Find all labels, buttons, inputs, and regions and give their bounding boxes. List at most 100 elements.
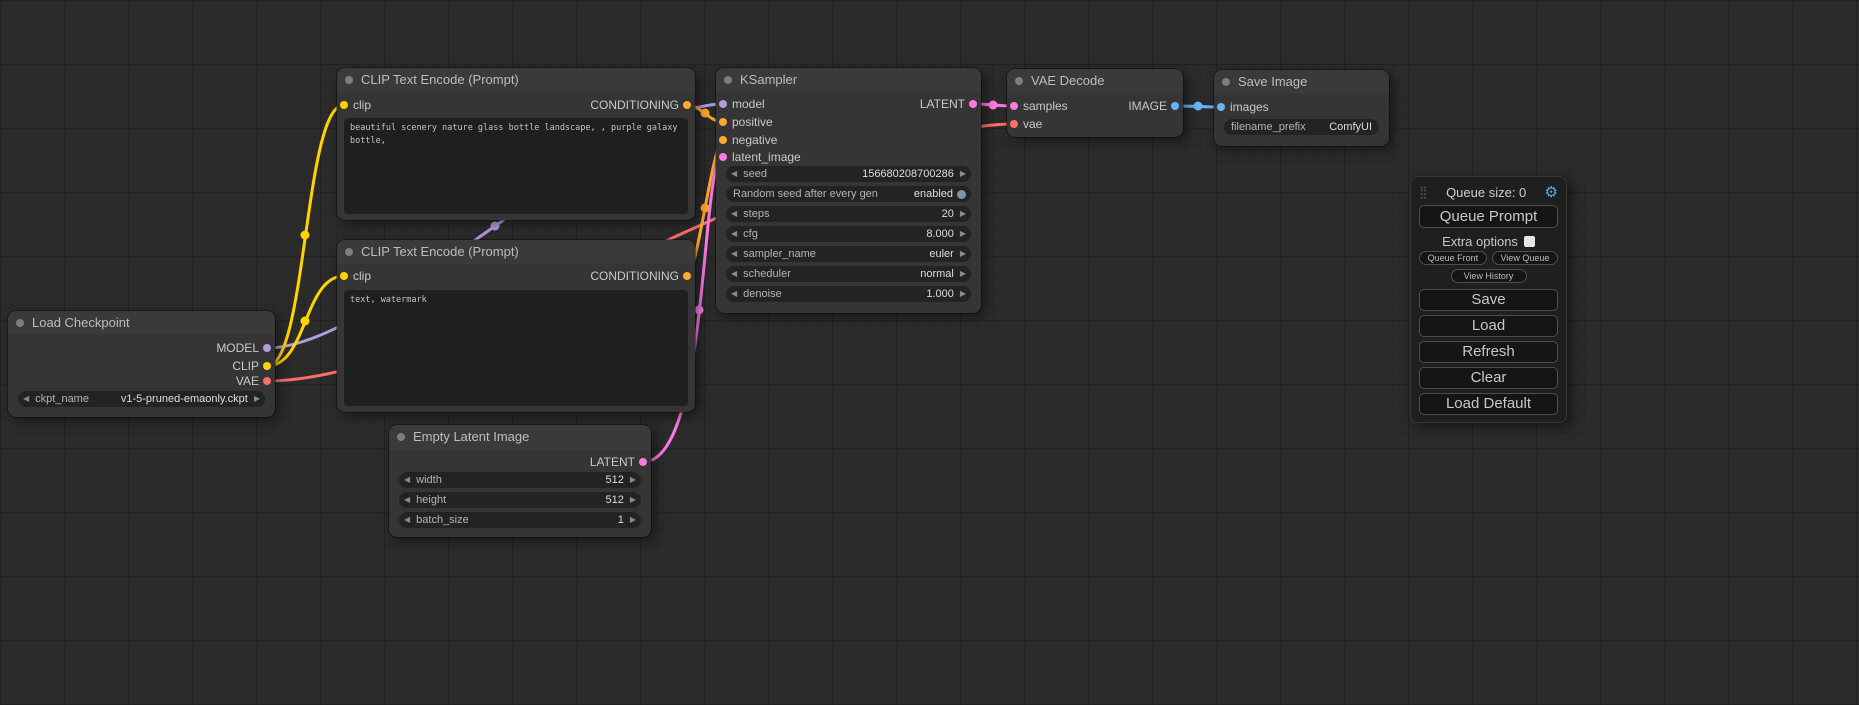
slot-dot-image[interactable]	[1171, 102, 1179, 110]
increment-arrow-icon[interactable]: ▶	[254, 391, 260, 407]
increment-arrow-icon[interactable]: ▶	[960, 206, 966, 222]
slot-dot-clip[interactable]	[340, 272, 348, 280]
negative-prompt-textarea[interactable]: text, watermark	[344, 290, 688, 406]
widget-sampler-name[interactable]: ◀ sampler_name euler ▶	[726, 246, 971, 262]
decrement-arrow-icon[interactable]: ◀	[404, 492, 410, 508]
input-slot-negative[interactable]: negative	[716, 134, 777, 146]
input-slot-samples[interactable]: samples	[1007, 100, 1068, 112]
graph-canvas[interactable]: Load Checkpoint MODEL CLIP VAE ◀ ckpt_na…	[0, 0, 1859, 705]
node-title-bar[interactable]: KSampler	[716, 68, 981, 92]
decrement-arrow-icon[interactable]: ◀	[404, 472, 410, 488]
widget-steps[interactable]: ◀ steps 20 ▶	[726, 206, 971, 222]
view-queue-button[interactable]: View Queue	[1492, 251, 1558, 265]
node-empty-latent-image[interactable]: Empty Latent Image LATENT ◀ width 512 ▶ …	[389, 425, 651, 537]
refresh-button[interactable]: Refresh	[1419, 341, 1558, 363]
input-slot-clip[interactable]: clip	[337, 99, 371, 111]
widget-cfg[interactable]: ◀ cfg 8.000 ▶	[726, 226, 971, 242]
node-ksampler[interactable]: KSampler model positive negative latent_…	[716, 68, 981, 313]
output-slot-vae[interactable]: VAE	[236, 375, 275, 387]
increment-arrow-icon[interactable]: ▶	[960, 166, 966, 182]
node-title-bar[interactable]: VAE Decode	[1007, 69, 1183, 93]
slot-dot-image[interactable]	[1217, 103, 1225, 111]
widget-scheduler[interactable]: ◀ scheduler normal ▶	[726, 266, 971, 282]
output-slot-conditioning[interactable]: CONDITIONING	[590, 99, 695, 111]
output-slot-conditioning[interactable]: CONDITIONING	[590, 270, 695, 282]
node-clip-text-encode-negative[interactable]: CLIP Text Encode (Prompt) clip CONDITION…	[337, 240, 695, 412]
input-slot-latent-image[interactable]: latent_image	[716, 151, 801, 163]
collapse-dot-icon[interactable]	[345, 76, 353, 84]
collapse-dot-icon[interactable]	[1222, 78, 1230, 86]
output-slot-clip[interactable]: CLIP	[232, 360, 275, 372]
increment-arrow-icon[interactable]: ▶	[960, 246, 966, 262]
node-clip-text-encode-positive[interactable]: CLIP Text Encode (Prompt) clip CONDITION…	[337, 68, 695, 220]
decrement-arrow-icon[interactable]: ◀	[731, 246, 737, 262]
slot-dot-clip[interactable]	[263, 362, 271, 370]
slot-dot-vae[interactable]	[263, 377, 271, 385]
widget-denoise[interactable]: ◀ denoise 1.000 ▶	[726, 286, 971, 302]
positive-prompt-textarea[interactable]: beautiful scenery nature glass bottle la…	[344, 118, 688, 214]
slot-dot-conditioning[interactable]	[683, 272, 691, 280]
save-button[interactable]: Save	[1419, 289, 1558, 311]
decrement-arrow-icon[interactable]: ◀	[731, 166, 737, 182]
queue-prompt-button[interactable]: Queue Prompt	[1419, 205, 1558, 228]
node-vae-decode[interactable]: VAE Decode samples vae IMAGE	[1007, 69, 1183, 137]
collapse-dot-icon[interactable]	[397, 433, 405, 441]
decrement-arrow-icon[interactable]: ◀	[731, 206, 737, 222]
input-slot-model[interactable]: model	[716, 98, 765, 110]
widget-seed-control[interactable]: Random seed after every gen enabled	[726, 186, 971, 202]
output-slot-model[interactable]: MODEL	[216, 342, 275, 354]
decrement-arrow-icon[interactable]: ◀	[731, 226, 737, 242]
increment-arrow-icon[interactable]: ▶	[960, 286, 966, 302]
view-history-button[interactable]: View History	[1451, 269, 1527, 283]
widget-ckpt-name[interactable]: ◀ ckpt_name v1-5-pruned-emaonly.ckpt ▶	[18, 391, 265, 407]
slot-dot-conditioning[interactable]	[719, 118, 727, 126]
widget-width[interactable]: ◀ width 512 ▶	[399, 472, 641, 488]
increment-arrow-icon[interactable]: ▶	[630, 512, 636, 528]
slot-dot-model[interactable]	[719, 100, 727, 108]
input-slot-clip[interactable]: clip	[337, 270, 371, 282]
widget-height[interactable]: ◀ height 512 ▶	[399, 492, 641, 508]
drag-handle-icon[interactable]: ⣿	[1419, 185, 1428, 199]
node-title-bar[interactable]: Load Checkpoint	[8, 311, 275, 335]
widget-batch-size[interactable]: ◀ batch_size 1 ▶	[399, 512, 641, 528]
input-slot-positive[interactable]: positive	[716, 116, 773, 128]
increment-arrow-icon[interactable]: ▶	[630, 472, 636, 488]
toggle-knob-icon[interactable]	[957, 190, 966, 199]
widget-seed[interactable]: ◀ seed 156680208700286 ▶	[726, 166, 971, 182]
slot-dot-latent[interactable]	[719, 153, 727, 161]
slot-dot-conditioning[interactable]	[683, 101, 691, 109]
output-slot-latent[interactable]: LATENT	[920, 98, 981, 110]
increment-arrow-icon[interactable]: ▶	[960, 226, 966, 242]
node-load-checkpoint[interactable]: Load Checkpoint MODEL CLIP VAE ◀ ckpt_na…	[8, 311, 275, 417]
decrement-arrow-icon[interactable]: ◀	[404, 512, 410, 528]
slot-dot-model[interactable]	[263, 344, 271, 352]
collapse-dot-icon[interactable]	[16, 319, 24, 327]
slot-dot-conditioning[interactable]	[719, 136, 727, 144]
node-title-bar[interactable]: CLIP Text Encode (Prompt)	[337, 68, 695, 92]
gear-icon[interactable]: ⚙	[1545, 183, 1558, 201]
output-slot-image[interactable]: IMAGE	[1128, 100, 1183, 112]
increment-arrow-icon[interactable]: ▶	[960, 266, 966, 282]
collapse-dot-icon[interactable]	[345, 248, 353, 256]
queue-front-button[interactable]: Queue Front	[1419, 251, 1487, 265]
node-title-bar[interactable]: Empty Latent Image	[389, 425, 651, 449]
decrement-arrow-icon[interactable]: ◀	[731, 266, 737, 282]
output-slot-latent[interactable]: LATENT	[590, 456, 651, 468]
input-slot-vae[interactable]: vae	[1007, 118, 1042, 130]
slot-dot-clip[interactable]	[340, 101, 348, 109]
increment-arrow-icon[interactable]: ▶	[630, 492, 636, 508]
slot-dot-latent[interactable]	[1010, 102, 1018, 110]
clear-button[interactable]: Clear	[1419, 367, 1558, 389]
collapse-dot-icon[interactable]	[1015, 77, 1023, 85]
load-default-button[interactable]: Load Default	[1419, 393, 1558, 415]
node-title-bar[interactable]: CLIP Text Encode (Prompt)	[337, 240, 695, 264]
decrement-arrow-icon[interactable]: ◀	[731, 286, 737, 302]
node-save-image[interactable]: Save Image images filename_prefix ComfyU…	[1214, 70, 1389, 146]
collapse-dot-icon[interactable]	[724, 76, 732, 84]
slot-dot-vae[interactable]	[1010, 120, 1018, 128]
decrement-arrow-icon[interactable]: ◀	[23, 391, 29, 407]
node-title-bar[interactable]: Save Image	[1214, 70, 1389, 94]
input-slot-images[interactable]: images	[1214, 101, 1269, 113]
load-button[interactable]: Load	[1419, 315, 1558, 337]
widget-filename-prefix[interactable]: filename_prefix ComfyUI	[1224, 119, 1379, 135]
